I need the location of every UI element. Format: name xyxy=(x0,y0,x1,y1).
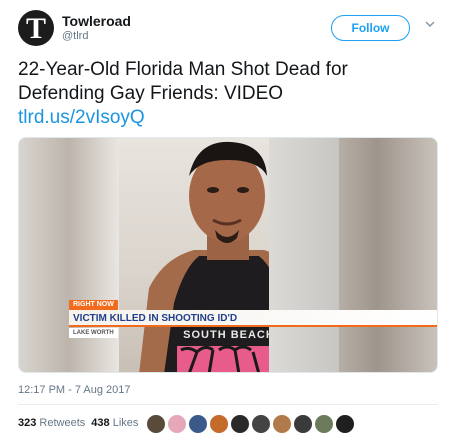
author-name[interactable]: Towleroad xyxy=(62,13,131,29)
likes-stat[interactable]: 438 Likes xyxy=(91,417,138,429)
liker-avatar[interactable] xyxy=(251,414,271,434)
tweet-body: 22-Year-Old Florida Man Shot Dead for De… xyxy=(18,59,348,104)
news-location: LAKE WORTH xyxy=(69,328,118,338)
retweets-label: Retweets xyxy=(39,417,86,429)
liker-avatar[interactable] xyxy=(272,414,292,434)
divider xyxy=(18,404,438,405)
avatar[interactable]: T xyxy=(18,10,54,46)
liker-avatar[interactable] xyxy=(335,414,355,434)
tweet-media[interactable]: SOUTH BEACH RIGHT NOW VICTIM KILLED IN S… xyxy=(18,137,438,373)
author-handle[interactable]: @tlrd xyxy=(62,30,88,42)
liker-avatar[interactable] xyxy=(146,414,166,434)
likers-list xyxy=(146,414,355,434)
liker-avatar[interactable] xyxy=(209,414,229,434)
news-tag: RIGHT NOW xyxy=(69,300,118,310)
chevron-down-icon[interactable] xyxy=(423,17,437,31)
liker-avatar[interactable] xyxy=(167,414,187,434)
retweets-count: 323 xyxy=(18,417,37,429)
tweet-stats: 323 Retweets 438 Likes xyxy=(18,417,138,429)
avatar-letter: T xyxy=(25,12,46,45)
liker-avatar[interactable] xyxy=(293,414,313,434)
likes-label: Likes xyxy=(112,417,139,429)
news-lower-third: RIGHT NOW VICTIM KILLED IN SHOOTING ID'D… xyxy=(69,300,437,341)
tweet-timestamp[interactable]: 12:17 PM - 7 Aug 2017 xyxy=(18,384,131,396)
follow-button[interactable]: Follow xyxy=(331,15,410,41)
likes-count: 438 xyxy=(91,417,110,429)
news-headline: VICTIM KILLED IN SHOOTING ID'D xyxy=(69,310,437,327)
tweet-text: 22-Year-Old Florida Man Shot Dead for De… xyxy=(18,58,438,130)
liker-avatar[interactable] xyxy=(188,414,208,434)
liker-avatar[interactable] xyxy=(314,414,334,434)
liker-avatar[interactable] xyxy=(230,414,250,434)
tweet-link[interactable]: tlrd.us/2vIsoyQ xyxy=(18,106,438,130)
retweets-stat[interactable]: 323 Retweets xyxy=(18,417,85,429)
